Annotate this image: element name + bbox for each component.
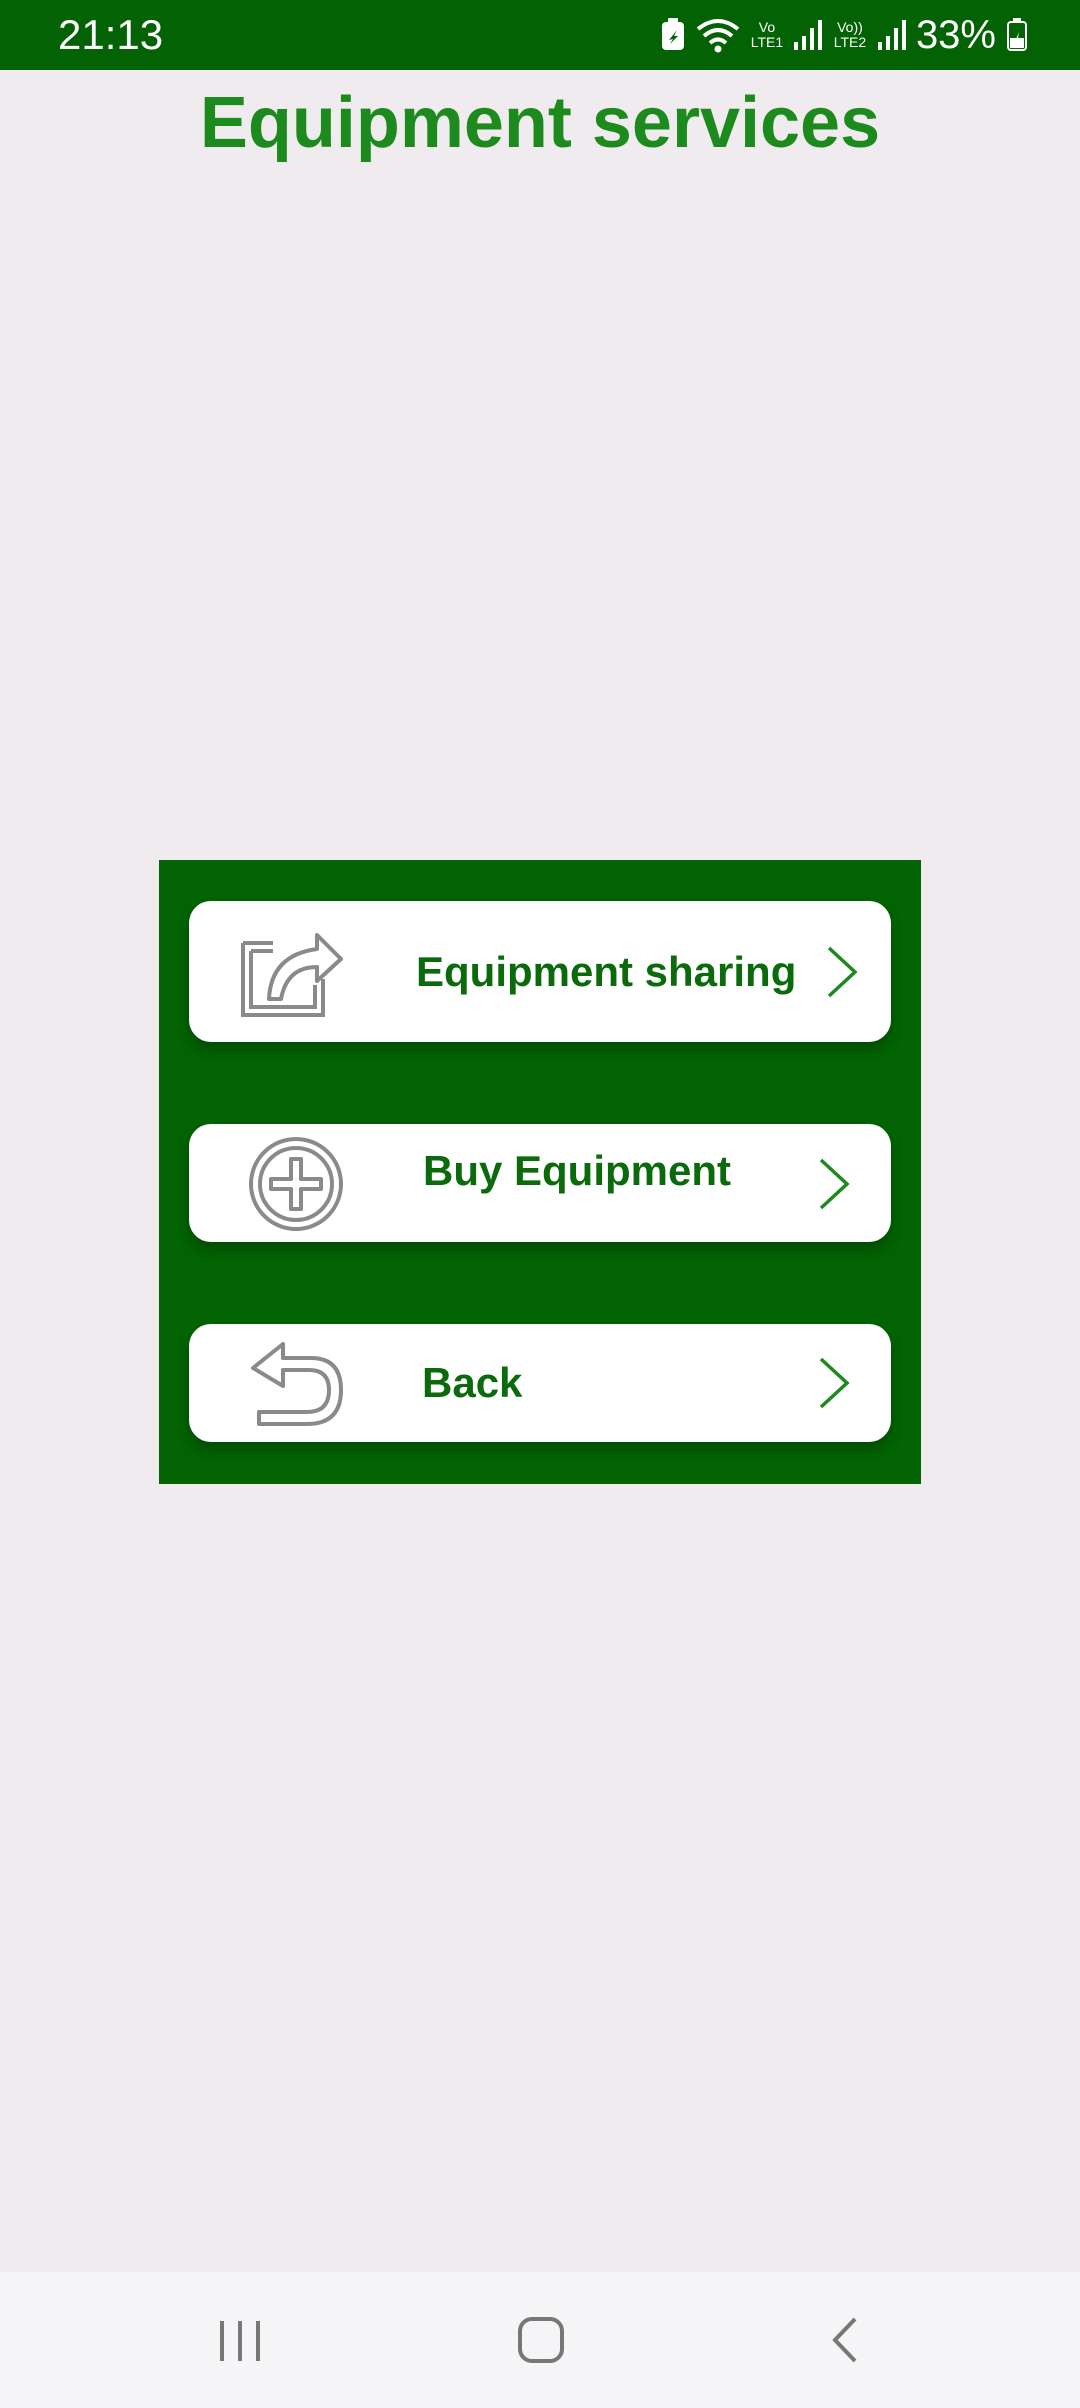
plus-circle-icon <box>247 1135 345 1238</box>
status-bar: 21:13 Vo LTE1 Vo)) LTE2 33% <box>0 0 1080 70</box>
battery-charging-icon <box>1006 18 1028 52</box>
network-label-1: Vo LTE1 <box>750 19 784 50</box>
equipment-sharing-label: Equipment sharing <box>416 948 797 995</box>
equipment-sharing-button[interactable]: Equipment sharing <box>189 901 891 1042</box>
share-icon <box>239 919 343 1024</box>
navigation-bar <box>0 2272 1080 2408</box>
wifi-icon <box>696 17 740 53</box>
network-label-2: Vo)) LTE2 <box>833 19 867 50</box>
recent-apps-icon[interactable] <box>210 2310 270 2370</box>
page-title: Equipment services <box>199 83 881 163</box>
signal-icon-1 <box>793 18 822 52</box>
status-icons: Vo LTE1 Vo)) LTE2 33% <box>660 10 1028 60</box>
home-icon[interactable] <box>511 2310 571 2370</box>
status-time: 21:13 <box>58 11 164 58</box>
undo-arrow-icon <box>249 1342 345 1433</box>
signal-icon-2 <box>877 18 906 52</box>
battery-percent: 33% <box>915 13 996 57</box>
battery-saver-icon <box>660 18 686 52</box>
chevron-right-icon <box>817 1356 851 1415</box>
chevron-right-icon <box>817 1157 851 1216</box>
back-icon[interactable] <box>815 2310 875 2370</box>
buy-equipment-button[interactable]: Buy Equipment <box>189 1124 891 1242</box>
back-label: Back <box>422 1359 523 1406</box>
buy-equipment-label: Buy Equipment <box>423 1147 732 1194</box>
chevron-right-icon <box>825 945 859 1004</box>
back-button[interactable]: Back <box>189 1324 891 1442</box>
menu-panel: Equipment sharing Buy Equipment Back <box>159 860 921 1484</box>
